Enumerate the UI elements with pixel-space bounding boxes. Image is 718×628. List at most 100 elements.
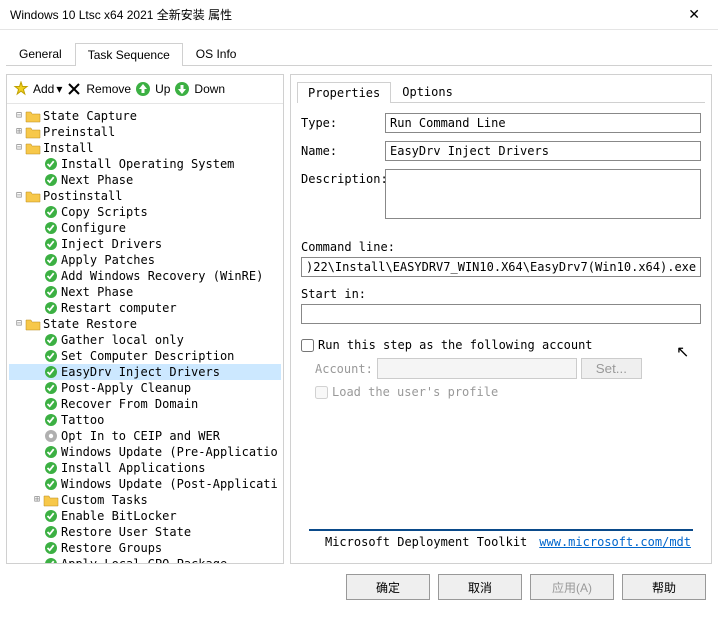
apply-button[interactable]: 应用(A) [530, 574, 614, 600]
tree-item[interactable]: ⊟State Capture [9, 108, 281, 124]
tree-item[interactable]: ⊟ State Restore [9, 316, 281, 332]
tree-item-label: Post-Apply Cleanup [61, 380, 191, 396]
tree-item[interactable]: Windows Update (Post-Applicati [9, 476, 281, 492]
expand-icon[interactable]: ⊞ [31, 492, 43, 508]
remove-label: Remove [86, 82, 131, 96]
tree-item-label: EasyDrv Inject Drivers [61, 364, 220, 380]
tree-item-label: Apply Patches [61, 252, 155, 268]
type-field [385, 113, 701, 133]
tree-item[interactable]: EasyDrv Inject Drivers [9, 364, 281, 380]
tree-item[interactable]: ⊞ Custom Tasks [9, 492, 281, 508]
check-icon [43, 236, 59, 252]
tree-item[interactable]: Next Phase [9, 172, 281, 188]
subtab-properties[interactable]: Properties [297, 82, 391, 103]
tree-item[interactable]: ⊞ Preinstall [9, 124, 281, 140]
check-icon [43, 380, 59, 396]
run-as-checkbox[interactable] [301, 339, 314, 352]
check-icon [43, 348, 59, 364]
tab-os-info[interactable]: OS Info [183, 42, 250, 65]
tree-item-label: Preinstall [43, 124, 115, 140]
description-field[interactable] [385, 169, 701, 219]
tree-item[interactable]: Add Windows Recovery (WinRE) [9, 268, 281, 284]
tree-item[interactable]: Install Applications [9, 460, 281, 476]
command-line-field[interactable] [301, 257, 701, 277]
tree-item[interactable]: Set Computer Description [9, 348, 281, 364]
tree-item[interactable]: Next Phase [9, 284, 281, 300]
tree-item-label: Restore User State [61, 524, 191, 540]
tree-item-label: Enable BitLocker [61, 508, 177, 524]
collapse-icon[interactable]: ⊟ [13, 108, 25, 124]
tree-item[interactable]: Copy Scripts [9, 204, 281, 220]
check-icon [43, 172, 59, 188]
tree-item[interactable]: Restart computer [9, 300, 281, 316]
down-label: Down [194, 82, 225, 96]
task-tree[interactable]: ⊟State Capture⊞Preinstall⊟InstallInstall… [7, 104, 283, 563]
up-button[interactable]: Up [135, 81, 170, 97]
tab-task-sequence[interactable]: Task Sequence [75, 43, 183, 66]
account-field [377, 358, 577, 379]
add-button[interactable]: Add ▾ [13, 81, 62, 97]
tree-item[interactable]: ⊟Postinstall [9, 188, 281, 204]
set-button: Set... [581, 358, 642, 379]
command-line-label: Command line: [301, 240, 701, 254]
folder-icon [25, 140, 41, 156]
name-field[interactable] [385, 141, 701, 161]
collapse-icon[interactable]: ⊟ [13, 316, 25, 332]
expand-icon[interactable]: ⊞ [13, 124, 25, 140]
check-icon [43, 156, 59, 172]
cancel-button[interactable]: 取消 [438, 574, 522, 600]
down-icon [174, 81, 190, 97]
check-icon [43, 220, 59, 236]
tree-item[interactable]: Windows Update (Pre-Applicatio [9, 444, 281, 460]
tree-item-label: State Restore [43, 316, 137, 332]
tree-item[interactable]: Tattoo [9, 412, 281, 428]
mdt-text: Microsoft Deployment Toolkit [325, 535, 527, 549]
tree-item-label: Apply Local GPO Package [61, 556, 227, 563]
tree-item-label: Gather local only [61, 332, 184, 348]
remove-button[interactable]: Remove [66, 81, 131, 97]
star-icon [13, 81, 29, 97]
ok-button[interactable]: 确定 [346, 574, 430, 600]
tree-item-label: Copy Scripts [61, 204, 148, 220]
tab-general[interactable]: General [6, 42, 75, 65]
tree-item[interactable]: Recover From Domain [9, 396, 281, 412]
check-icon [43, 300, 59, 316]
account-label: Account: [315, 362, 373, 376]
start-in-field[interactable] [301, 304, 701, 324]
folder-icon [43, 492, 59, 508]
check-icon [43, 460, 59, 476]
tree-item[interactable]: Apply Patches [9, 252, 281, 268]
check-icon [43, 540, 59, 556]
tree-item[interactable]: Apply Local GPO Package [9, 556, 281, 563]
check-icon [43, 524, 59, 540]
tree-item-label: Configure [61, 220, 126, 236]
tree-item[interactable]: Enable BitLocker [9, 508, 281, 524]
start-in-label: Start in: [301, 287, 701, 301]
tree-item-label: Inject Drivers [61, 236, 162, 252]
collapse-icon[interactable]: ⊟ [13, 188, 25, 204]
tree-item[interactable]: ⊟Install [9, 140, 281, 156]
tree-item[interactable]: Restore User State [9, 524, 281, 540]
collapse-icon[interactable]: ⊟ [13, 140, 25, 156]
tree-item-label: Custom Tasks [61, 492, 148, 508]
help-button[interactable]: 帮助 [622, 574, 706, 600]
tree-item[interactable]: Restore Groups [9, 540, 281, 556]
check-icon [43, 556, 59, 563]
check-icon [43, 252, 59, 268]
tree-item-label: Restore Groups [61, 540, 162, 556]
tree-item[interactable]: Opt In to CEIP and WER [9, 428, 281, 444]
tree-item[interactable]: Configure [9, 220, 281, 236]
mdt-link[interactable]: www.microsoft.com/mdt [539, 535, 691, 549]
subtab-options[interactable]: Options [391, 81, 464, 102]
dropdown-icon: ▾ [56, 82, 62, 96]
check-icon [43, 444, 59, 460]
close-button[interactable]: ✕ [680, 6, 708, 23]
tree-item[interactable]: Inject Drivers [9, 236, 281, 252]
down-button[interactable]: Down [174, 81, 225, 97]
tree-item-label: Recover From Domain [61, 396, 198, 412]
tree-item-label: Next Phase [61, 284, 133, 300]
x-icon [66, 81, 82, 97]
tree-item[interactable]: Gather local only [9, 332, 281, 348]
tree-item[interactable]: Install Operating System [9, 156, 281, 172]
tree-item[interactable]: Post-Apply Cleanup [9, 380, 281, 396]
